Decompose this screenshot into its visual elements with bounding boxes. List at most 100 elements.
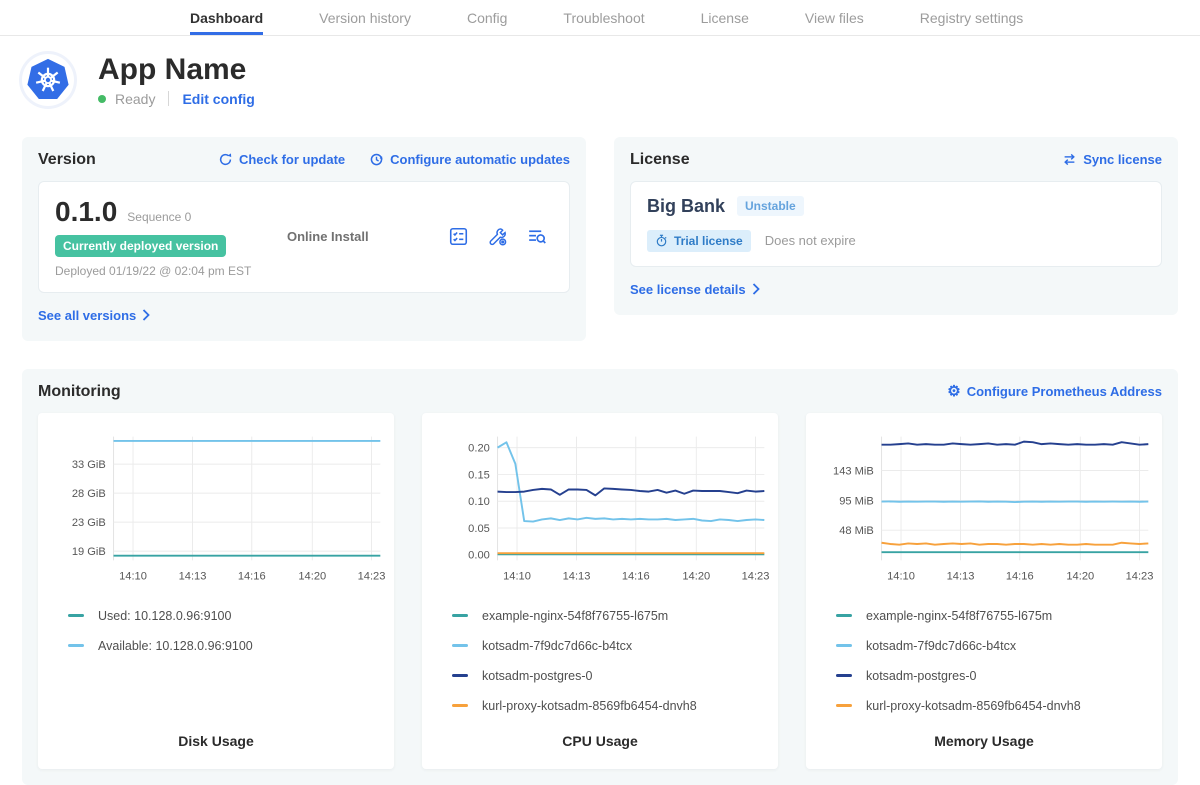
page-title: App Name: [98, 54, 255, 86]
disk-usage-chart: 14:1014:1314:1614:2014:2319 GiB23 GiB28 …: [42, 425, 390, 589]
see-license-details-link[interactable]: See license details: [630, 282, 760, 297]
check-for-update-button[interactable]: Check for update: [218, 152, 345, 167]
divider: [168, 91, 169, 106]
chart-title: Disk Usage: [42, 713, 390, 749]
chevron-right-icon: [752, 283, 760, 295]
svg-text:14:23: 14:23: [742, 570, 770, 582]
license-expiration: Does not expire: [765, 233, 856, 248]
svg-text:14:13: 14:13: [179, 570, 207, 582]
svg-text:14:10: 14:10: [119, 570, 147, 582]
svg-text:0.15: 0.15: [468, 469, 490, 481]
chart-title: Memory Usage: [810, 713, 1158, 749]
legend-item: kotsadm-postgres-0: [836, 669, 1150, 683]
version-number: 0.1.0: [55, 196, 117, 228]
refresh-icon: [218, 152, 233, 167]
status-badge: Ready: [115, 91, 155, 107]
svg-text:23 GiB: 23 GiB: [72, 517, 106, 529]
svg-text:0.00: 0.00: [468, 549, 490, 561]
see-all-versions-link[interactable]: See all versions: [38, 308, 150, 323]
legend-item: Used: 10.128.0.96:9100: [68, 609, 382, 623]
sync-license-button[interactable]: Sync license: [1062, 152, 1162, 167]
install-type-label: Online Install: [287, 229, 369, 244]
series-dash: [452, 704, 468, 707]
tab-dashboard[interactable]: Dashboard: [190, 0, 263, 35]
svg-text:14:23: 14:23: [1126, 570, 1154, 582]
kubernetes-logo-icon: [22, 54, 74, 106]
configure-automatic-updates-button[interactable]: Configure automatic updates: [369, 152, 570, 167]
series-dash: [836, 614, 852, 617]
chevron-right-icon: [142, 309, 150, 321]
series-dash: [836, 674, 852, 677]
tab-version-history[interactable]: Version history: [319, 0, 411, 35]
license-card: License Sync license Big Bank Unstable: [614, 137, 1178, 315]
svg-text:48 MiB: 48 MiB: [839, 525, 874, 537]
disk-usage-panel: 14:1014:1314:1614:2014:2319 GiB23 GiB28 …: [38, 413, 394, 769]
svg-text:14:23: 14:23: [358, 570, 386, 582]
legend-item: kotsadm-postgres-0: [452, 669, 766, 683]
ready-status-dot: [98, 95, 106, 103]
tab-registry-settings[interactable]: Registry settings: [920, 0, 1023, 35]
series-dash: [452, 674, 468, 677]
version-sequence: Sequence 0: [127, 210, 191, 224]
legend-item: kurl-proxy-kotsadm-8569fb6454-dnvh8: [836, 699, 1150, 713]
series-dash: [452, 644, 468, 647]
legend-item: Available: 10.128.0.96:9100: [68, 639, 382, 653]
license-card-title: License: [630, 151, 690, 169]
svg-text:14:16: 14:16: [238, 570, 266, 582]
legend-item: example-nginx-54f8f76755-l675m: [452, 609, 766, 623]
version-card: Version Check for update Configure autom…: [22, 137, 586, 341]
view-logs-icon[interactable]: [526, 226, 547, 247]
chart-title: CPU Usage: [426, 713, 774, 749]
svg-text:0.20: 0.20: [468, 442, 490, 454]
svg-text:14:10: 14:10: [503, 570, 531, 582]
edit-config-link[interactable]: Edit config: [182, 91, 254, 107]
top-nav: Dashboard Version history Config Trouble…: [0, 0, 1200, 36]
svg-text:14:16: 14:16: [1006, 570, 1034, 582]
legend-item: kurl-proxy-kotsadm-8569fb6454-dnvh8: [452, 699, 766, 713]
channel-badge: Unstable: [737, 196, 804, 216]
deployed-version-badge: Currently deployed version: [55, 235, 226, 257]
monitoring-title: Monitoring: [38, 383, 121, 401]
svg-text:14:20: 14:20: [298, 570, 326, 582]
stopwatch-icon: [655, 234, 668, 247]
memory-usage-panel: 14:10 14:13 14:16 14:20 14:23 48 MiB 95 MiB 143…: [806, 413, 1162, 769]
series-dash: [452, 614, 468, 617]
monitoring-card: Monitoring ⚙ Configure Prometheus Addres…: [22, 369, 1178, 785]
tab-troubleshoot[interactable]: Troubleshoot: [563, 0, 644, 35]
svg-text:0.05: 0.05: [468, 522, 490, 534]
svg-text:33 GiB: 33 GiB: [72, 458, 106, 470]
app-header: App Name Ready Edit config: [22, 54, 1178, 107]
configure-prometheus-button[interactable]: ⚙ Configure Prometheus Address: [947, 384, 1162, 399]
version-card-title: Version: [38, 151, 96, 169]
license-name: Big Bank: [647, 196, 725, 217]
legend-item: kotsadm-7f9dc7d66c-b4tcx: [452, 639, 766, 653]
series-dash: [68, 614, 84, 617]
svg-text:28 GiB: 28 GiB: [72, 487, 106, 499]
edit-config-wrench-icon[interactable]: [487, 226, 508, 247]
svg-text:14:13: 14:13: [947, 570, 975, 582]
svg-text:95 MiB: 95 MiB: [839, 495, 874, 507]
svg-text:143 MiB: 143 MiB: [833, 465, 874, 477]
legend-item: kotsadm-7f9dc7d66c-b4tcx: [836, 639, 1150, 653]
series-dash: [68, 644, 84, 647]
svg-text:14:20: 14:20: [1066, 570, 1094, 582]
svg-text:14:16: 14:16: [622, 570, 650, 582]
gear-icon: ⚙: [947, 384, 960, 399]
svg-text:0.10: 0.10: [468, 496, 490, 508]
tab-license[interactable]: License: [701, 0, 749, 35]
current-version-panel: 0.1.0 Sequence 0 Currently deployed vers…: [38, 181, 570, 293]
series-dash: [836, 704, 852, 707]
series-dash: [836, 644, 852, 647]
tab-view-files[interactable]: View files: [805, 0, 864, 35]
trial-license-badge: Trial license: [647, 230, 751, 252]
svg-text:14:13: 14:13: [563, 570, 591, 582]
sync-arrows-icon: [1062, 152, 1077, 167]
svg-text:14:10: 14:10: [887, 570, 915, 582]
tab-config[interactable]: Config: [467, 0, 507, 35]
preflight-checks-icon[interactable]: [448, 226, 469, 247]
license-details-panel: Big Bank Unstable Trial license Does not…: [630, 181, 1162, 267]
svg-text:14:20: 14:20: [682, 570, 710, 582]
cpu-usage-chart: 14:10 14:13 14:16 14:20 14:23 0.00 0.05 0.10 0.1…: [426, 425, 774, 589]
deployed-timestamp: Deployed 01/19/22 @ 02:04 pm EST: [55, 264, 287, 278]
memory-usage-chart: 14:10 14:13 14:16 14:20 14:23 48 MiB 95 MiB 143…: [810, 425, 1158, 589]
